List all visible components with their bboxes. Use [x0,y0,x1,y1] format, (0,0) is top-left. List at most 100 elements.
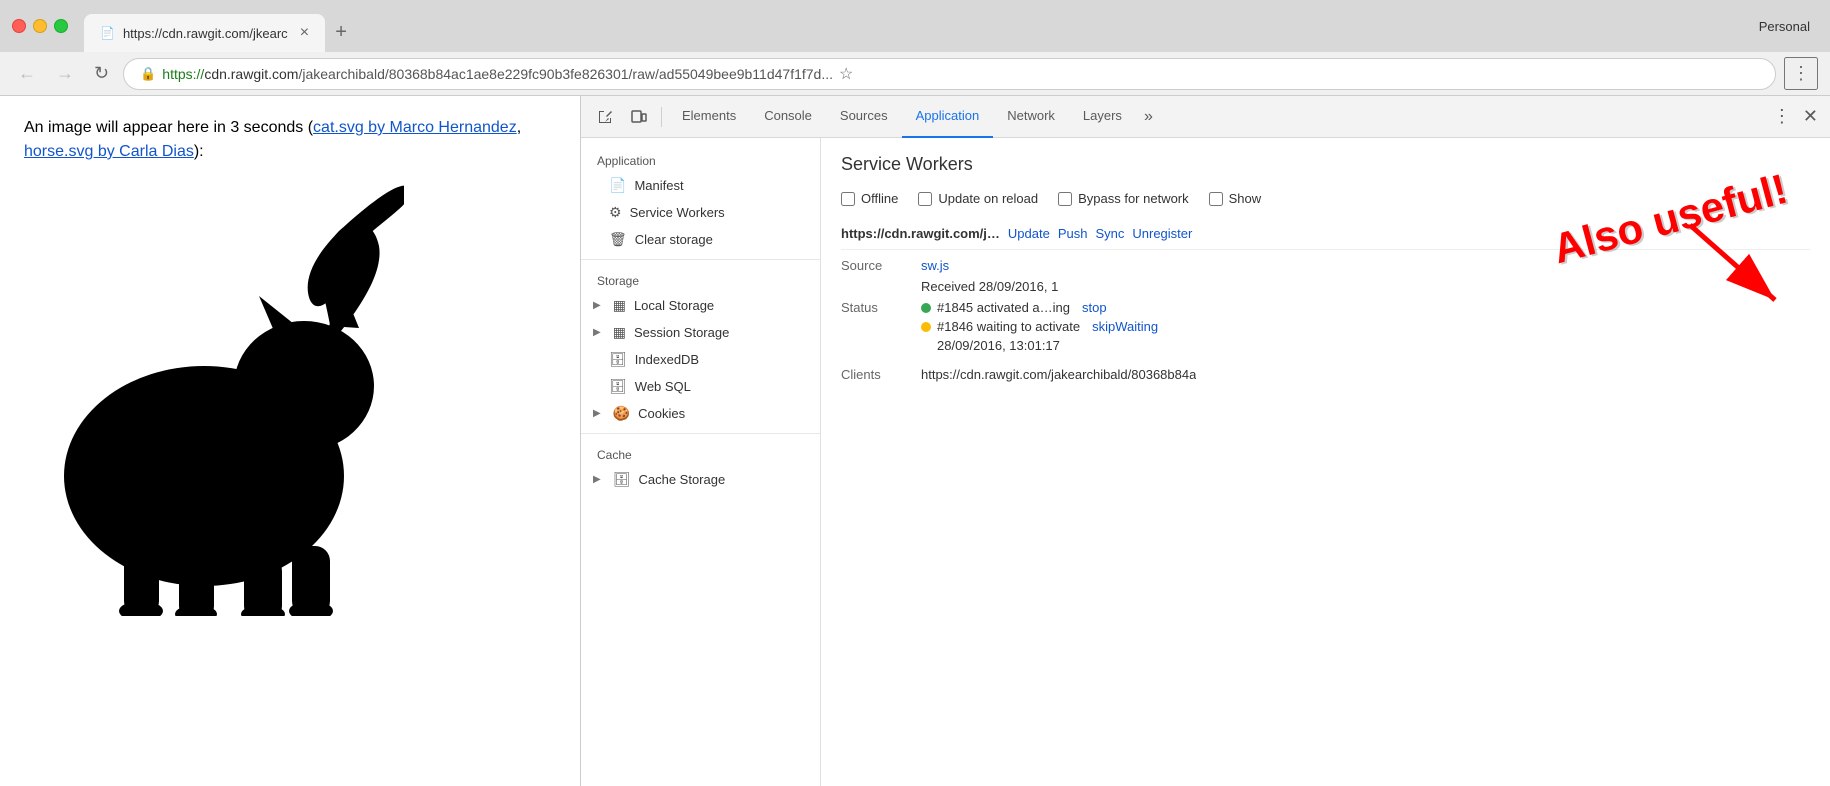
sidebar-item-cookies[interactable]: ▶ 🍪 Cookies [581,400,820,427]
stop-link[interactable]: stop [1082,300,1107,315]
sidebar-item-local-storage[interactable]: ▶ ▦ Local Storage [581,292,820,319]
maximize-button[interactable] [54,19,68,33]
page-text-after: ): [194,143,204,160]
service-workers-label: Service Workers [630,205,725,220]
sw-push-link[interactable]: Push [1058,226,1088,241]
status-label: Status [841,300,921,315]
devtools-close-button[interactable]: ✕ [1799,102,1822,131]
sidebar-item-indexeddb[interactable]: 🗄 IndexedDB [581,346,820,373]
clients-label: Clients [841,367,921,382]
device-toolbar-button[interactable] [623,103,655,131]
sw-update-link[interactable]: Update [1008,226,1050,241]
address-input[interactable]: 🔒 https://cdn.rawgit.com/jakearchibald/8… [123,58,1776,90]
tab-console[interactable]: Console [750,96,826,138]
cat-image [24,176,556,624]
forward-button[interactable]: → [50,59,80,88]
sw-js-link[interactable]: sw.js [921,258,949,273]
update-on-reload-checkbox[interactable] [918,192,932,206]
sw-clients-row: Clients https://cdn.rawgit.com/jakearchi… [841,367,1810,382]
sw-url-row: https://cdn.rawgit.com/j… Update Push Sy… [841,226,1810,250]
tab-close-button[interactable]: × [300,24,309,42]
address-secure-part: https:// [162,66,204,82]
refresh-button[interactable]: ↻ [88,59,115,88]
menu-button[interactable]: ⋮ [1784,57,1818,90]
cache-storage-icon: 🗄 [613,471,631,488]
devtools-menu-button[interactable]: ⋮ [1769,102,1795,131]
tab-icon: 📄 [100,26,115,40]
status-text-2: #1846 waiting to activate [937,319,1080,334]
sidebar-item-cache-storage[interactable]: ▶ 🗄 Cache Storage [581,466,820,493]
sidebar-item-clear-storage[interactable]: 🗑 Clear storage [581,226,820,253]
cat-link[interactable]: cat.svg by Marco Hernandez [313,119,517,136]
sidebar-item-manifest[interactable]: 📄 Manifest [581,172,820,199]
indexeddb-icon: 🗄 [609,351,627,368]
minimize-button[interactable] [33,19,47,33]
session-storage-icon: ▦ [613,324,626,341]
bypass-network-option[interactable]: Bypass for network [1058,191,1189,206]
skip-waiting-link[interactable]: skipWaiting [1092,319,1158,334]
address-domain: cdn.rawgit.com [204,66,298,82]
toolbar-separator [661,107,662,127]
sw-status-entry-2: #1846 waiting to activate skipWaiting [921,319,1158,334]
sw-unregister-link[interactable]: Unregister [1132,226,1192,241]
manifest-icon: 📄 [609,177,626,194]
application-section-label: Application [581,146,820,172]
sw-received-row: Received 28/09/2016, 1 [841,279,1810,294]
clear-storage-label: Clear storage [635,232,713,247]
cache-storage-label: Cache Storage [638,472,725,487]
new-tab-button[interactable]: + [325,16,357,48]
tab-bar: 📄 https://cdn.rawgit.com/jkearc × + [84,0,1751,52]
local-storage-icon: ▦ [613,297,626,314]
inspect-element-button[interactable] [589,103,621,131]
devtools-content: Application 📄 Manifest ⚙ Service Workers… [581,138,1830,786]
profile-label: Personal [1759,19,1818,34]
more-tabs-button[interactable]: » [1136,104,1161,130]
offline-option[interactable]: Offline [841,191,898,206]
tab-elements[interactable]: Elements [668,96,750,138]
show-checkbox[interactable] [1209,192,1223,206]
sidebar-divider-2 [581,433,820,434]
secure-icon: 🔒 [140,66,156,82]
storage-section-label: Storage [581,266,820,292]
cookies-label: Cookies [638,406,685,421]
show-option[interactable]: Show [1209,191,1262,206]
sw-source-row: Source sw.js [841,258,1810,273]
web-sql-icon: 🗄 [609,378,627,395]
page-text: An image will appear here in 3 seconds (… [24,116,556,164]
sw-status-entries: #1845 activated a…ing stop #1846 waiting… [921,300,1158,359]
address-bar: ← → ↻ 🔒 https://cdn.rawgit.com/jakearchi… [0,52,1830,96]
sw-options: Offline Update on reload Bypass for netw… [841,191,1810,206]
cache-section-label: Cache [581,440,820,466]
cookies-arrow: ▶ [593,408,601,419]
local-storage-arrow: ▶ [593,300,601,311]
tab-sources[interactable]: Sources [826,96,902,138]
sidebar-item-service-workers[interactable]: ⚙ Service Workers [581,199,820,226]
sw-status-entry-1: #1845 activated a…ing stop [921,300,1158,315]
tab-application[interactable]: Application [902,96,994,138]
bypass-network-label: Bypass for network [1078,191,1189,206]
update-on-reload-option[interactable]: Update on reload [918,191,1038,206]
offline-checkbox[interactable] [841,192,855,206]
bookmark-button[interactable]: ☆ [839,64,853,84]
bypass-network-checkbox[interactable] [1058,192,1072,206]
close-button[interactable] [12,19,26,33]
sw-sync-link[interactable]: Sync [1095,226,1124,241]
status-text-1: #1845 activated a…ing [937,300,1070,315]
sidebar-item-web-sql[interactable]: 🗄 Web SQL [581,373,820,400]
browser-tab[interactable]: 📄 https://cdn.rawgit.com/jkearc × [84,14,325,52]
page-text-middle: , [517,119,521,136]
sw-url: https://cdn.rawgit.com/j… [841,226,1000,241]
show-label: Show [1229,191,1262,206]
sw-date-value: 28/09/2016, 13:01:17 [937,338,1060,353]
devtools-actions: ⋮ ✕ [1769,102,1822,131]
sidebar-item-session-storage[interactable]: ▶ ▦ Session Storage [581,319,820,346]
devtools-toolbar: Elements Console Sources Application Net… [581,96,1830,138]
traffic-lights [12,19,68,33]
cookies-icon: 🍪 [613,405,630,422]
tab-layers[interactable]: Layers [1069,96,1136,138]
tab-network[interactable]: Network [993,96,1069,138]
received-value: Received 28/09/2016, 1 [921,279,1058,294]
sw-status-row: Status #1845 activated a…ing stop #1846 … [841,300,1810,359]
horse-link[interactable]: horse.svg by Carla Dias [24,143,194,160]
back-button[interactable]: ← [12,59,42,88]
